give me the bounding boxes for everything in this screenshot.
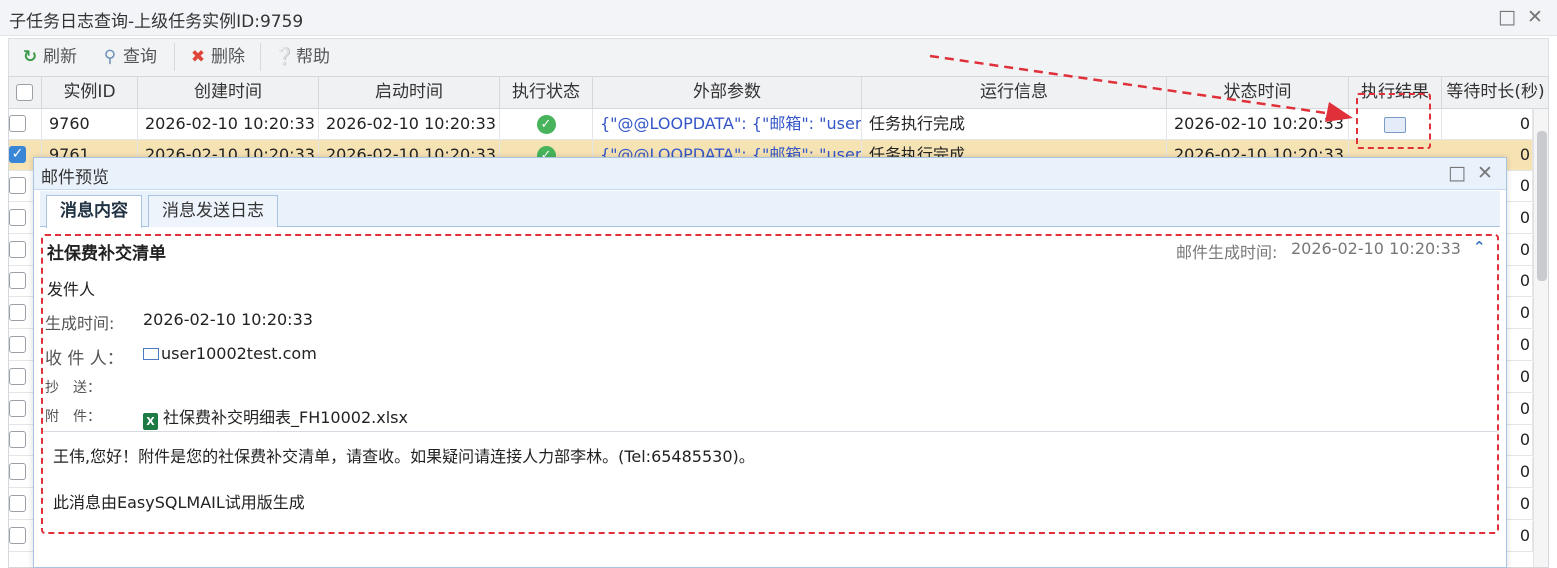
row-checkbox[interactable] [9, 431, 26, 449]
window-titlebar: 子任务日志查询-上级任务实例ID:9759 □ ✕ [0, 0, 1557, 36]
column-header[interactable]: 等待时长(秒) [1442, 77, 1548, 109]
cell-wait: 0 [1507, 234, 1533, 266]
row-checkbox[interactable] [9, 336, 26, 353]
cell-id: 9760 [42, 109, 138, 140]
cell-created: 2026-02-10 10:20:33 [138, 109, 319, 140]
mail-sender-label: 发件人 [47, 280, 96, 299]
select-all-checkbox[interactable] [16, 84, 33, 101]
mail-to-value: user10002test.com [143, 344, 317, 363]
help-icon: ❔ [274, 47, 296, 67]
dialog-titlebar: 邮件预览 □ ✕ [34, 158, 1506, 190]
excel-file-icon: X [143, 413, 158, 430]
search-button[interactable]: ⚲ 查询 [101, 45, 157, 69]
attachment-link[interactable]: X 社保费补交明细表_FH10002.xlsx [143, 404, 408, 430]
cell-started: 2026-02-10 10:20:33 [319, 109, 500, 140]
column-header[interactable]: 启动时间 [319, 77, 500, 109]
cell-wait: 0 [1442, 109, 1533, 140]
row-checkbox-checked[interactable]: ✓ [9, 146, 26, 163]
column-header[interactable]: 实例ID [42, 77, 138, 109]
annotation-arrow [929, 54, 1353, 122]
scrollbar-thumb[interactable] [1537, 131, 1547, 281]
row-checkbox[interactable] [9, 399, 26, 417]
row-checkbox[interactable] [9, 463, 26, 481]
column-header[interactable]: 外部参数 [593, 77, 862, 109]
row-checkbox[interactable] [9, 272, 26, 290]
success-check-icon: ✓ [536, 115, 556, 134]
cell-wait: 0 [1507, 330, 1533, 361]
dialog-close-icon[interactable]: ✕ [1475, 163, 1495, 183]
delete-button[interactable]: ✖ 删除 [189, 45, 245, 69]
search-icon: ⚲ [103, 47, 117, 67]
mail-subject: 社保费补交清单 [47, 244, 166, 264]
cell-wait: 0 [1507, 202, 1533, 234]
mail-preview-dialog: 邮件预览 □ ✕ 消息内容 消息发送日志 社保费补交清单 邮件生成时间: 202… [33, 157, 1507, 568]
cell-wait: 0 [1507, 298, 1533, 330]
row-select[interactable] [9, 109, 42, 140]
maximize-icon[interactable]: □ [1497, 7, 1517, 27]
toolbar-divider [260, 43, 261, 71]
row-checkbox[interactable] [9, 177, 26, 194]
row-checkbox[interactable] [9, 367, 26, 385]
vertical-scrollbar[interactable] [1533, 109, 1548, 567]
window-title: 子任务日志查询-上级任务实例ID:9759 [9, 12, 304, 32]
mail-body-line: 王伟,您好！附件是您的社保费补交清单，请查收。如果疑问请连接人力部李林。(Tel… [53, 447, 755, 466]
header-select-all[interactable] [9, 77, 42, 109]
collapse-up-icon[interactable]: ⌃ [1473, 238, 1486, 256]
mail-body-line: 此消息由EasySQLMAIL试用版生成 [53, 493, 305, 512]
mail-generated-value: 2026-02-10 10:20:33 [1291, 239, 1461, 258]
mail-to-label: 收 件 人： [45, 349, 124, 369]
row-checkbox[interactable] [9, 495, 26, 512]
mail-content-panel: 社保费补交清单 邮件生成时间: 2026-02-10 10:20:33 ⌃ 发件… [41, 234, 1499, 534]
column-header[interactable]: 执行状态 [500, 77, 593, 109]
close-icon[interactable]: ✕ [1525, 7, 1545, 27]
mail-generated-label: 邮件生成时间: [1176, 243, 1278, 262]
annotation-highlight-box [1356, 93, 1431, 149]
dialog-title: 邮件预览 [41, 168, 109, 188]
toolbar-divider [174, 43, 175, 71]
cell-status: ✓ [500, 109, 593, 140]
cell-wait: 0 [1507, 457, 1533, 489]
row-checkbox[interactable] [9, 304, 26, 322]
row-checkbox[interactable] [9, 208, 26, 226]
column-header[interactable]: 创建时间 [138, 77, 319, 109]
cell-wait: 0 [1507, 361, 1533, 393]
mail-divider [43, 431, 1497, 432]
delete-icon: ✖ [190, 47, 206, 67]
refresh-button[interactable]: ↻ 刷新 [21, 45, 77, 69]
cell-wait: 0 [1507, 489, 1533, 520]
dialog-tabs: 消息内容 消息发送日志 [40, 191, 1500, 228]
cell-params: {"@@LOOPDATA": {"邮箱": "user1 [593, 109, 862, 140]
row-checkbox[interactable] [9, 240, 26, 258]
cell-wait: 0 [1507, 393, 1533, 425]
mail-created-value: 2026-02-10 10:20:33 [143, 310, 313, 329]
cell-wait: 0 [1507, 425, 1533, 457]
tab-send-log[interactable]: 消息发送日志 [148, 195, 278, 227]
tab-message-content[interactable]: 消息内容 [46, 195, 142, 228]
refresh-icon: ↻ [22, 47, 38, 67]
cell-wait: 0 [1507, 171, 1533, 202]
row-checkbox[interactable] [9, 526, 26, 544]
row-checkbox[interactable] [9, 115, 26, 132]
mail-created-label: 生成时间: [45, 314, 115, 333]
cell-wait: 0 [1507, 266, 1533, 298]
mail-cc-label: 抄 送： [45, 380, 101, 396]
help-button[interactable]: ❔帮助 [274, 45, 330, 69]
dialog-maximize-icon[interactable]: □ [1447, 163, 1467, 183]
envelope-icon [143, 348, 159, 360]
mail-attach-label: 附 件： [45, 409, 101, 425]
cell-wait: 0 [1507, 520, 1533, 552]
